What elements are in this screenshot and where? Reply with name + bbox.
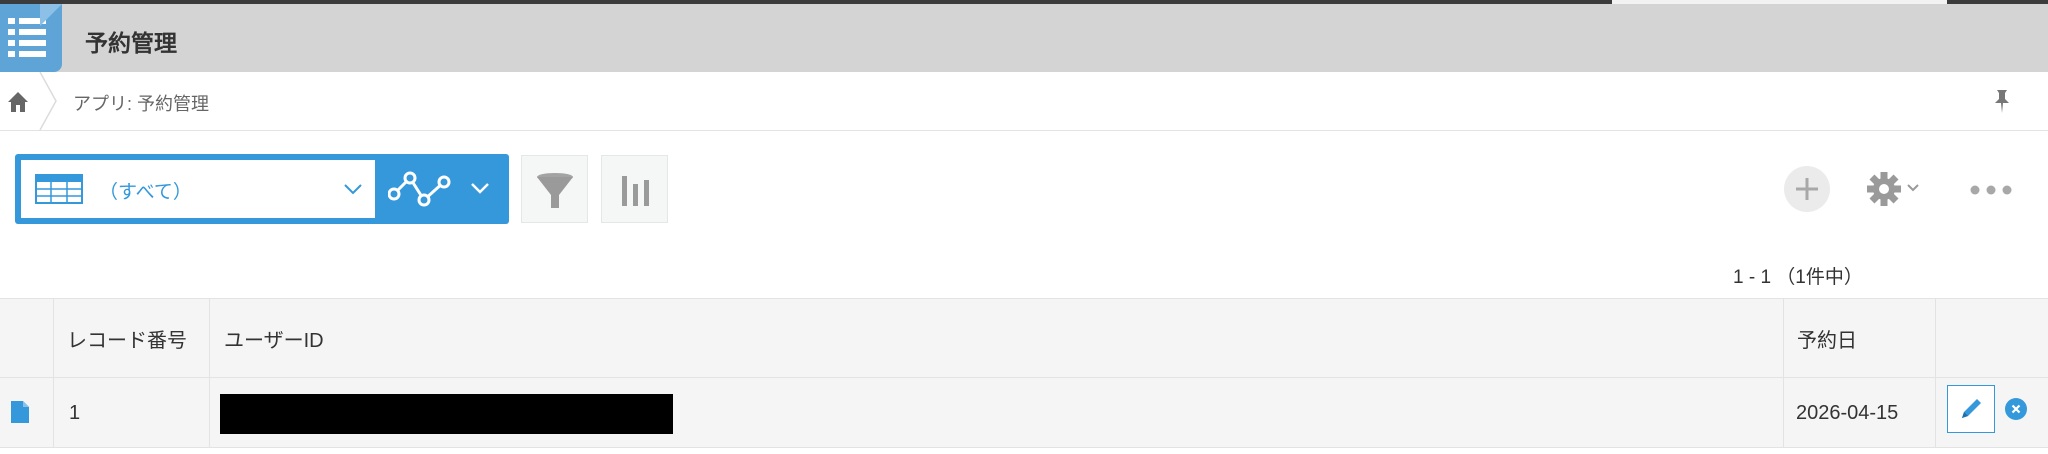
column-header-record-number[interactable]: レコード番号: [67, 324, 187, 353]
view-select[interactable]: （すべて）: [21, 160, 375, 218]
record-list-table: レコード番号 ユーザーID 予約日 1 2026-04-15: [0, 298, 2048, 450]
breadcrumb-separator: [39, 72, 57, 130]
view-select-label: （すべて）: [99, 182, 192, 203]
add-record-button[interactable]: [1784, 166, 1830, 212]
column-divider: [53, 298, 54, 448]
app-icon-fold: [40, 4, 62, 26]
view-toolbar: （すべて）: [15, 154, 509, 224]
more-options-button[interactable]: [1968, 180, 2014, 200]
table-view-icon: [35, 174, 83, 204]
bar-chart-icon: [622, 176, 649, 206]
column-divider: [1935, 298, 1936, 448]
cell-record-number: 1: [69, 402, 81, 424]
breadcrumb-app-link[interactable]: アプリ: 予約管理: [73, 90, 209, 116]
column-divider: [209, 298, 210, 448]
graph-menu-chevron-icon[interactable]: [469, 180, 491, 196]
app-title: 予約管理: [85, 30, 177, 56]
pagination-info: 1 - 1 （1件中）: [1733, 267, 1863, 288]
column-header-user-id[interactable]: ユーザーID: [224, 324, 324, 353]
close-icon: [2011, 404, 2021, 414]
edit-record-button[interactable]: [1947, 385, 1995, 433]
column-divider: [1783, 298, 1784, 448]
pencil-icon: [1962, 399, 1981, 418]
cell-user-id-redacted: [220, 394, 673, 434]
filter-button[interactable]: [521, 155, 588, 223]
cell-reservation-date: 2026-04-15: [1796, 402, 1899, 424]
plus-icon: [1796, 178, 1818, 200]
breadcrumb: アプリ: 予約管理: [0, 72, 2048, 131]
document-icon[interactable]: [10, 400, 30, 424]
more-icon: [1970, 185, 2012, 195]
home-icon[interactable]: [6, 90, 30, 114]
column-header-reservation-date[interactable]: 予約日: [1797, 324, 1857, 353]
app-header: 予約管理: [0, 4, 2048, 72]
graph-chart-button[interactable]: [601, 155, 668, 223]
graph-icon[interactable]: [388, 168, 452, 210]
gear-icon: [1867, 172, 1919, 206]
chevron-down-icon: [344, 184, 362, 195]
pin-icon[interactable]: [1991, 88, 2013, 114]
app-settings-button[interactable]: [1864, 170, 1924, 208]
list-app-icon[interactable]: [0, 4, 62, 72]
filter-icon: [537, 173, 573, 208]
delete-record-button[interactable]: [2005, 398, 2027, 420]
